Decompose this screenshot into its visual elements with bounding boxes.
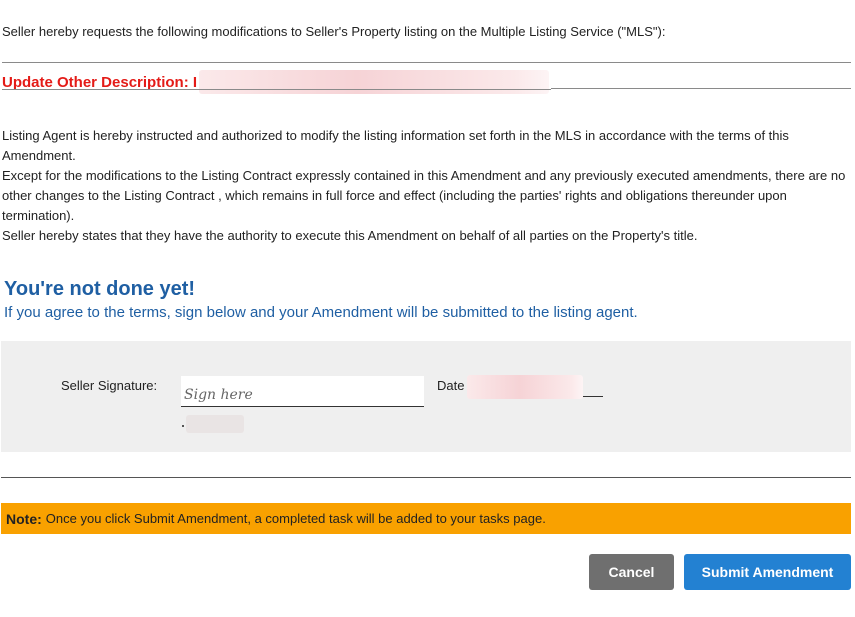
seller-signature-label: Seller Signature:: [61, 378, 158, 393]
update-description-label: Update Other Description: I: [2, 73, 198, 91]
divider: [1, 477, 851, 478]
cta-subtitle: If you agree to the terms, sign below an…: [4, 304, 638, 321]
seller-signature-input[interactable]: [181, 376, 424, 407]
date-label: Date: [437, 378, 465, 393]
cta-title: You're not done yet!: [4, 278, 196, 300]
amendment-terms: Listing Agent is hereby instructed and a…: [2, 126, 852, 246]
update-description-underline: [2, 89, 551, 90]
modification-request-intro: Seller hereby requests the following mod…: [2, 24, 666, 39]
note-text: Once you click Submit Amendment, a compl…: [45, 511, 546, 526]
submit-amendment-button[interactable]: Submit Amendment: [684, 554, 851, 590]
divider: [2, 62, 851, 63]
cancel-button[interactable]: Cancel: [589, 554, 674, 590]
terms-paragraph: Seller hereby states that they have the …: [2, 228, 698, 243]
terms-paragraph: Listing Agent is hereby instructed and a…: [2, 128, 789, 163]
note-banner: Note: Once you click Submit Amendment, a…: [1, 503, 851, 534]
note-label: Note:: [6, 510, 42, 527]
redacted-signer-name: [186, 415, 244, 433]
date-underline: [583, 396, 603, 397]
redacted-description-value: [199, 70, 550, 94]
signature-dot: [182, 425, 184, 427]
terms-paragraph: Except for the modifications to the List…: [2, 168, 846, 223]
update-description-row: Update Other Description: I: [2, 70, 550, 94]
redacted-date-value: [467, 375, 583, 399]
signature-panel: Seller Signature: Date: [1, 341, 851, 452]
divider: [551, 88, 851, 89]
